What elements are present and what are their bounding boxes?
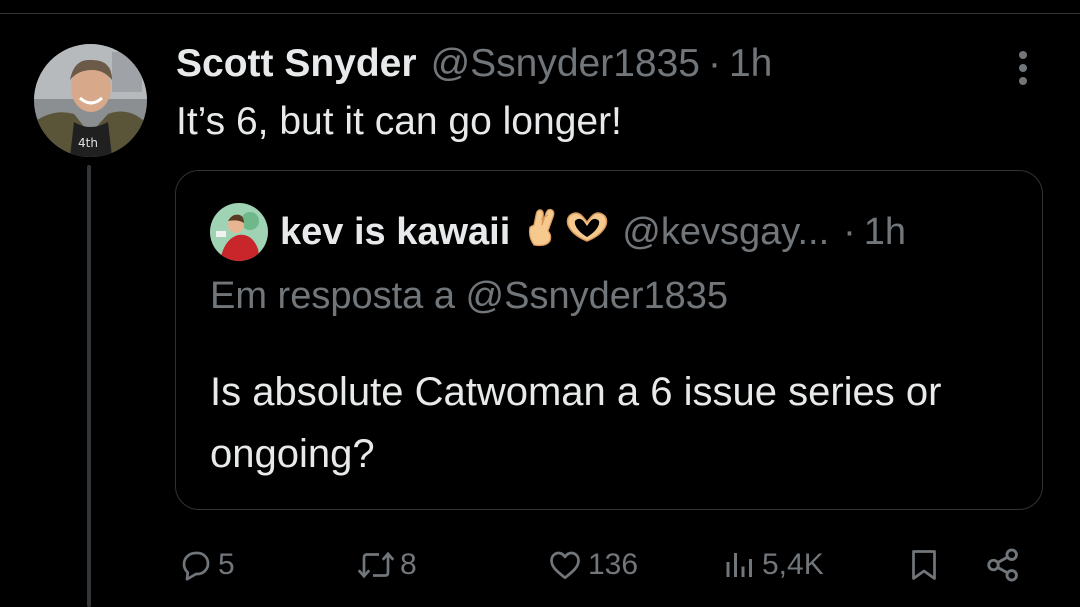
quote-time[interactable]: 1h [864,211,906,254]
name-emojis [524,207,610,257]
bookmark-icon [906,546,942,584]
crossed-fingers-icon [524,207,558,257]
heart-icon [546,547,584,583]
top-divider [0,13,1080,14]
quote-author-avatar[interactable] [210,203,268,261]
share-button[interactable] [984,540,1022,590]
svg-text:4th: 4th [78,136,98,150]
quote-author-handle[interactable]: @kevsgay... [622,211,829,254]
header-separator: · [707,42,721,85]
share-icon [984,546,1022,584]
author-name[interactable]: Scott Snyder [176,42,417,86]
repost-count: 8 [400,548,417,581]
heart-hands-icon [564,209,610,255]
post-time[interactable]: 1h [729,42,772,86]
quoted-post-card[interactable]: kev is kawaii @kevsgay... · 1h Em respos… [175,170,1043,510]
like-count: 136 [588,548,639,581]
action-bar: 5 8 136 5,4K [0,540,1080,590]
reply-count: 5 [218,548,235,581]
post-header: Scott Snyder @Ssnyder1835 · 1h [176,38,772,90]
reply-icon [178,547,214,583]
quote-header-separator: · [843,210,856,253]
author-avatar[interactable]: 4th [34,44,147,157]
like-button[interactable]: 136 [546,540,638,590]
repost-icon [356,547,396,583]
repost-button[interactable]: 8 [356,540,417,590]
author-handle[interactable]: @Ssnyder1835 [431,42,700,86]
quote-header: kev is kawaii @kevsgay... · 1h [280,207,906,257]
bookmark-button[interactable] [906,540,942,590]
reply-to-label: Em resposta a @Ssnyder1835 [210,275,729,317]
views-button[interactable]: 5,4K [722,540,824,590]
quote-author-name[interactable]: kev is kawaii [280,211,510,254]
post-text: It’s 6, but it can go longer! [176,100,622,143]
reply-button[interactable]: 5 [178,540,235,590]
quote-text: Is absolute Catwoman a 6 issue series or… [210,370,942,476]
more-vertical-icon[interactable] [1008,48,1038,88]
views-count: 5,4K [762,548,824,581]
views-icon [722,547,758,583]
